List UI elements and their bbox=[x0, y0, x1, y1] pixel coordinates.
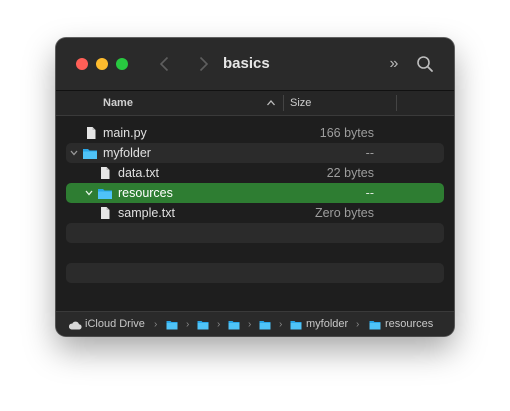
document-icon bbox=[101, 207, 110, 219]
folder-icon[interactable] bbox=[166, 319, 178, 330]
cloud-icon bbox=[68, 321, 82, 330]
file-size: -- bbox=[365, 146, 374, 160]
folder-row[interactable]: myfolder -- bbox=[66, 143, 444, 163]
toolbar-overflow-button[interactable]: » bbox=[384, 54, 404, 74]
path-separator-icon: › bbox=[186, 319, 190, 330]
back-button[interactable] bbox=[155, 54, 175, 74]
chevron-right-icon bbox=[199, 56, 209, 72]
file-row[interactable]: data.txt 22 bytes bbox=[66, 163, 444, 183]
search-button[interactable] bbox=[415, 54, 435, 74]
path-item-icloud-drive[interactable]: iCloud Drive bbox=[85, 312, 145, 336]
column-header: Name Size bbox=[56, 91, 454, 116]
toolbar: basics » bbox=[56, 38, 454, 91]
empty-row bbox=[66, 243, 444, 263]
path-item-resources[interactable]: resources bbox=[385, 312, 433, 336]
chevron-down-icon bbox=[70, 150, 78, 156]
empty-row bbox=[66, 223, 444, 243]
disclosure-triangle[interactable] bbox=[83, 183, 95, 203]
path-separator-icon: › bbox=[356, 319, 360, 330]
path-item-myfolder[interactable]: myfolder bbox=[306, 312, 348, 336]
double-chevron-icon: » bbox=[389, 55, 399, 72]
column-divider[interactable] bbox=[396, 95, 397, 111]
document-icon bbox=[101, 167, 110, 179]
zoom-window-button[interactable] bbox=[116, 58, 128, 70]
empty-row bbox=[66, 263, 444, 283]
folder-icon bbox=[83, 149, 97, 159]
folder-icon[interactable] bbox=[259, 319, 271, 330]
folder-icon[interactable] bbox=[228, 319, 240, 330]
column-divider[interactable] bbox=[283, 95, 284, 111]
column-header-name[interactable]: Name bbox=[103, 91, 133, 115]
forward-button[interactable] bbox=[193, 54, 213, 74]
folder-icon bbox=[98, 189, 112, 199]
file-row[interactable]: main.py 166 bytes bbox=[66, 123, 444, 143]
empty-row bbox=[66, 283, 444, 303]
folder-icon bbox=[369, 321, 381, 330]
folder-row-selected[interactable]: resources -- bbox=[66, 183, 444, 203]
file-name: myfolder bbox=[103, 146, 151, 160]
file-size: Zero bytes bbox=[314, 206, 374, 220]
file-size: -- bbox=[365, 186, 374, 200]
path-separator-icon: › bbox=[217, 319, 221, 330]
file-size: 22 bytes bbox=[326, 166, 374, 180]
close-window-button[interactable] bbox=[76, 58, 88, 70]
folder-icon bbox=[290, 321, 302, 330]
magnifying-glass-icon bbox=[417, 56, 433, 72]
folder-icon[interactable] bbox=[197, 319, 209, 330]
path-separator-icon: › bbox=[154, 319, 158, 330]
window-title: basics bbox=[223, 55, 270, 72]
document-icon bbox=[87, 127, 96, 139]
chevron-left-icon bbox=[159, 56, 169, 72]
file-row[interactable]: sample.txt Zero bytes bbox=[66, 203, 444, 223]
column-header-size[interactable]: Size bbox=[290, 91, 311, 115]
path-separator-icon: › bbox=[248, 319, 252, 330]
file-name: data.txt bbox=[118, 166, 159, 180]
minimize-window-button[interactable] bbox=[96, 58, 108, 70]
file-list: main.py 166 bytes myfolder -- data.txt 2… bbox=[56, 123, 454, 303]
chevron-down-icon bbox=[85, 190, 93, 196]
file-name: sample.txt bbox=[118, 206, 175, 220]
path-bar: iCloud Drive › › › › › myfolder › resour… bbox=[56, 311, 454, 336]
file-size: 166 bytes bbox=[319, 126, 374, 140]
sort-ascending-icon[interactable] bbox=[266, 98, 276, 108]
disclosure-triangle[interactable] bbox=[68, 143, 80, 163]
file-name: resources bbox=[118, 186, 173, 200]
path-separator-icon: › bbox=[279, 319, 283, 330]
file-name: main.py bbox=[103, 126, 147, 140]
finder-window: basics » Name Size main.py 166 bytes myf… bbox=[56, 38, 454, 336]
